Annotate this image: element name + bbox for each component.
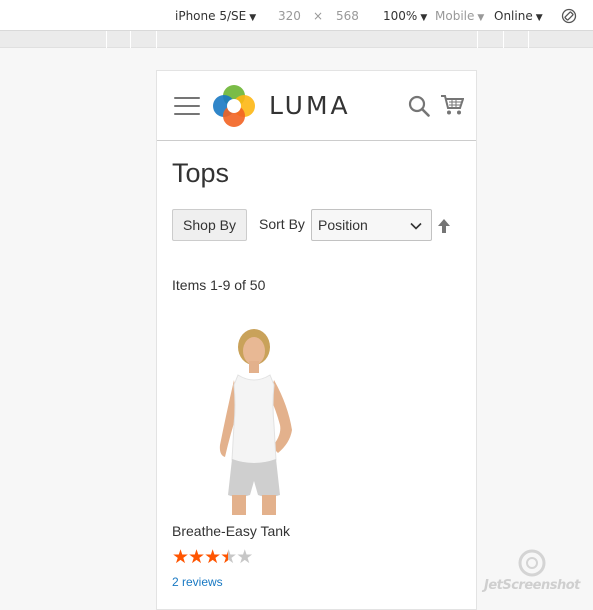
device-select-label: iPhone 5/SE [175,9,247,23]
sort-by-value: Position [318,217,368,233]
network-caret-icon: ▼ [535,13,543,23]
network-select-label: Online [494,9,533,23]
search-icon[interactable] [408,95,430,117]
logo-text[interactable]: LUMA [269,91,351,120]
network-select[interactable]: Online ▼ [494,9,543,23]
menu-toggle-icon[interactable] [174,97,200,117]
star-full-icon: ★ [204,546,221,568]
star-half-icon: ★ [220,546,237,568]
sort-by-select[interactable]: Position [311,209,432,241]
shop-by-button[interactable]: Shop By [172,209,247,241]
device-select-caret-icon: ▼ [249,13,257,23]
mode-caret-icon: ▼ [477,13,485,23]
device-toolbar: iPhone 5/SE ▼ 320 × 568 100% ▼ Mobile ▼ Onl… [0,0,593,31]
width-field[interactable]: 320 [278,9,301,23]
star-full-icon: ★ [188,546,205,568]
sort-by-label: Sort By [259,216,305,232]
items-count: Items 1-9 of 50 [172,277,266,293]
page-header: LUMA [157,71,476,141]
rating-stars: ★★★★★ [172,546,253,568]
media-query-ruler [0,31,593,48]
device-select[interactable]: iPhone 5/SE ▼ [175,9,256,23]
watermark-logo: JetScreenshot [484,548,588,598]
watermark-text: JetScreenshot [484,578,580,593]
star-full-icon: ★ [172,546,189,568]
zoom-select-label: 100% [383,9,418,23]
camera-lens-icon [518,549,546,577]
device-viewport: LUMA Tops Shop By Sort By Position Items… [156,70,477,610]
zoom-caret-icon: ▼ [420,13,428,23]
cart-icon[interactable] [440,94,464,116]
height-field[interactable]: 568 [336,9,359,23]
chevron-down-icon [410,222,422,230]
zoom-select[interactable]: 100% ▼ [383,9,427,23]
page-title: Tops [172,158,230,188]
rotate-icon[interactable] [561,8,577,24]
star-empty-icon: ★ [236,546,253,568]
mode-select-label: Mobile [435,9,475,23]
product-name-link[interactable]: Breathe-Easy Tank [172,523,290,539]
mode-select[interactable]: Mobile ▼ [435,9,484,23]
dimension-separator: × [313,9,324,23]
sort-direction-arrow-icon[interactable] [437,218,451,234]
luma-logo-icon[interactable] [212,84,256,128]
reviews-link[interactable]: 2 reviews [172,575,223,589]
product-photo[interactable] [192,325,312,515]
